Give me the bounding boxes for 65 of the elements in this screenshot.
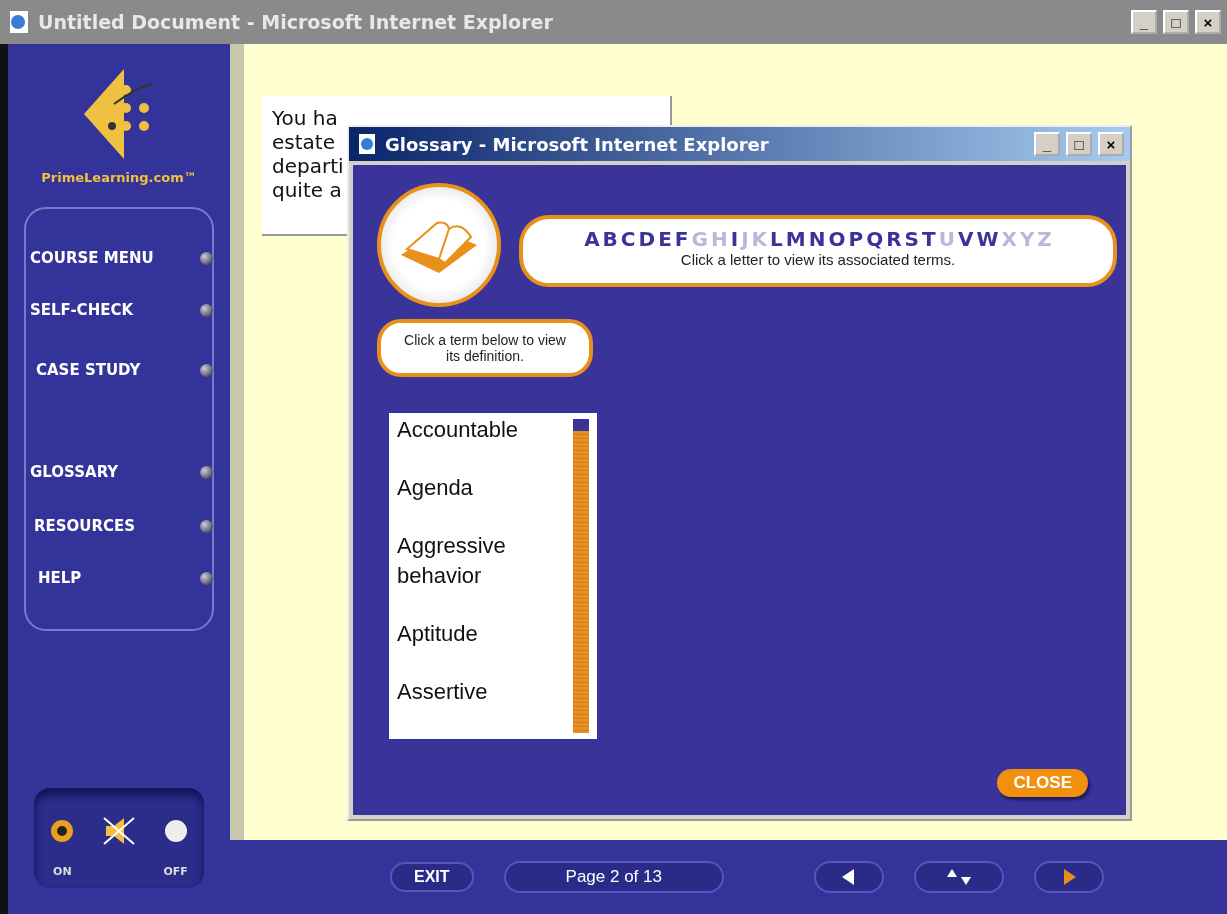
window-control[interactable]: _ [1131,10,1157,34]
updown-button[interactable] [914,861,1004,893]
sound-on-knob[interactable] [51,819,74,842]
nav-dot-icon [200,364,213,377]
nav-dot-icon [200,572,213,585]
sound-off-knob[interactable] [164,819,187,842]
nav-dot-icon [200,520,213,533]
term-link[interactable]: Aggressive behavior [397,531,547,591]
back-button[interactable] [814,861,884,893]
term-link[interactable]: Accountable [397,415,547,445]
content-text: quite a [272,178,342,202]
nav-link[interactable]: HELP [38,569,82,587]
letter-link[interactable]: V [957,227,974,251]
term-hint: Click a term below to view its definition. [403,332,567,364]
letter-link[interactable]: L [770,227,783,251]
letter-link[interactable]: E [658,227,672,251]
letter-link[interactable]: I [730,227,739,251]
content-text: estate [272,130,335,154]
window-control[interactable]: × [1098,132,1124,156]
letter-link[interactable]: F [674,227,689,251]
nav-dot-icon [200,304,213,317]
letter-link[interactable]: B [602,227,618,251]
term-link[interactable]: Agenda [397,473,547,503]
mute-icon [102,815,136,846]
letter-link[interactable]: A [584,227,600,251]
term-link[interactable]: Aptitude [397,619,547,649]
letter-link[interactable]: Q [866,227,884,251]
scroll-thumb[interactable] [573,419,589,431]
window-control[interactable]: × [1195,10,1221,34]
letter-link[interactable]: S [904,227,919,251]
nav-dot-icon [200,466,213,479]
scrollbar[interactable] [573,419,589,733]
letter-hint: Click a letter to view its associated terms. [680,251,956,268]
window-control[interactable]: □ [1066,132,1092,156]
sound-label: OFF [163,865,188,879]
window-title: Glossary - Microsoft Internet Explorer [385,133,770,155]
letter-link[interactable]: D [638,227,656,251]
page-number: Page 2 of 13 [503,861,724,893]
exit-button[interactable]: EXIT [390,862,474,892]
sound-label: ON [53,865,72,879]
nav-link[interactable]: CASE STUDY [36,361,141,379]
content-text: You ha [272,106,338,130]
up-down-arrows-icon [944,867,974,887]
back-icon [842,869,856,885]
letter-link[interactable]: C [620,227,636,251]
content-text: departi [272,154,344,178]
letter-link[interactable]: N [808,227,826,251]
next-icon [1062,869,1076,885]
window-control[interactable]: _ [1034,132,1060,156]
nav-dot-icon [200,252,213,265]
term-link[interactable]: Assertive [397,677,547,707]
letter-link[interactable]: R [886,227,902,251]
window-control[interactable]: □ [1163,10,1189,34]
brand-name: PrimeLearning.com™ [41,170,197,185]
letter-link[interactable]: M [785,227,806,251]
letter-link[interactable]: O [828,227,846,251]
letter-link[interactable]: W [976,227,999,251]
letter-link[interactable]: P [848,227,864,251]
letter-link[interactable]: T [922,227,936,251]
nav-link[interactable]: SELF-CHECK [30,301,134,319]
next-button[interactable] [1034,861,1104,893]
nav-link[interactable]: RESOURCES [34,517,136,535]
window-title: Untitled Document - Microsoft Internet Explorer [38,11,554,33]
nav-link[interactable]: COURSE MENU [30,249,154,267]
nav-link[interactable]: GLOSSARY [30,463,119,481]
